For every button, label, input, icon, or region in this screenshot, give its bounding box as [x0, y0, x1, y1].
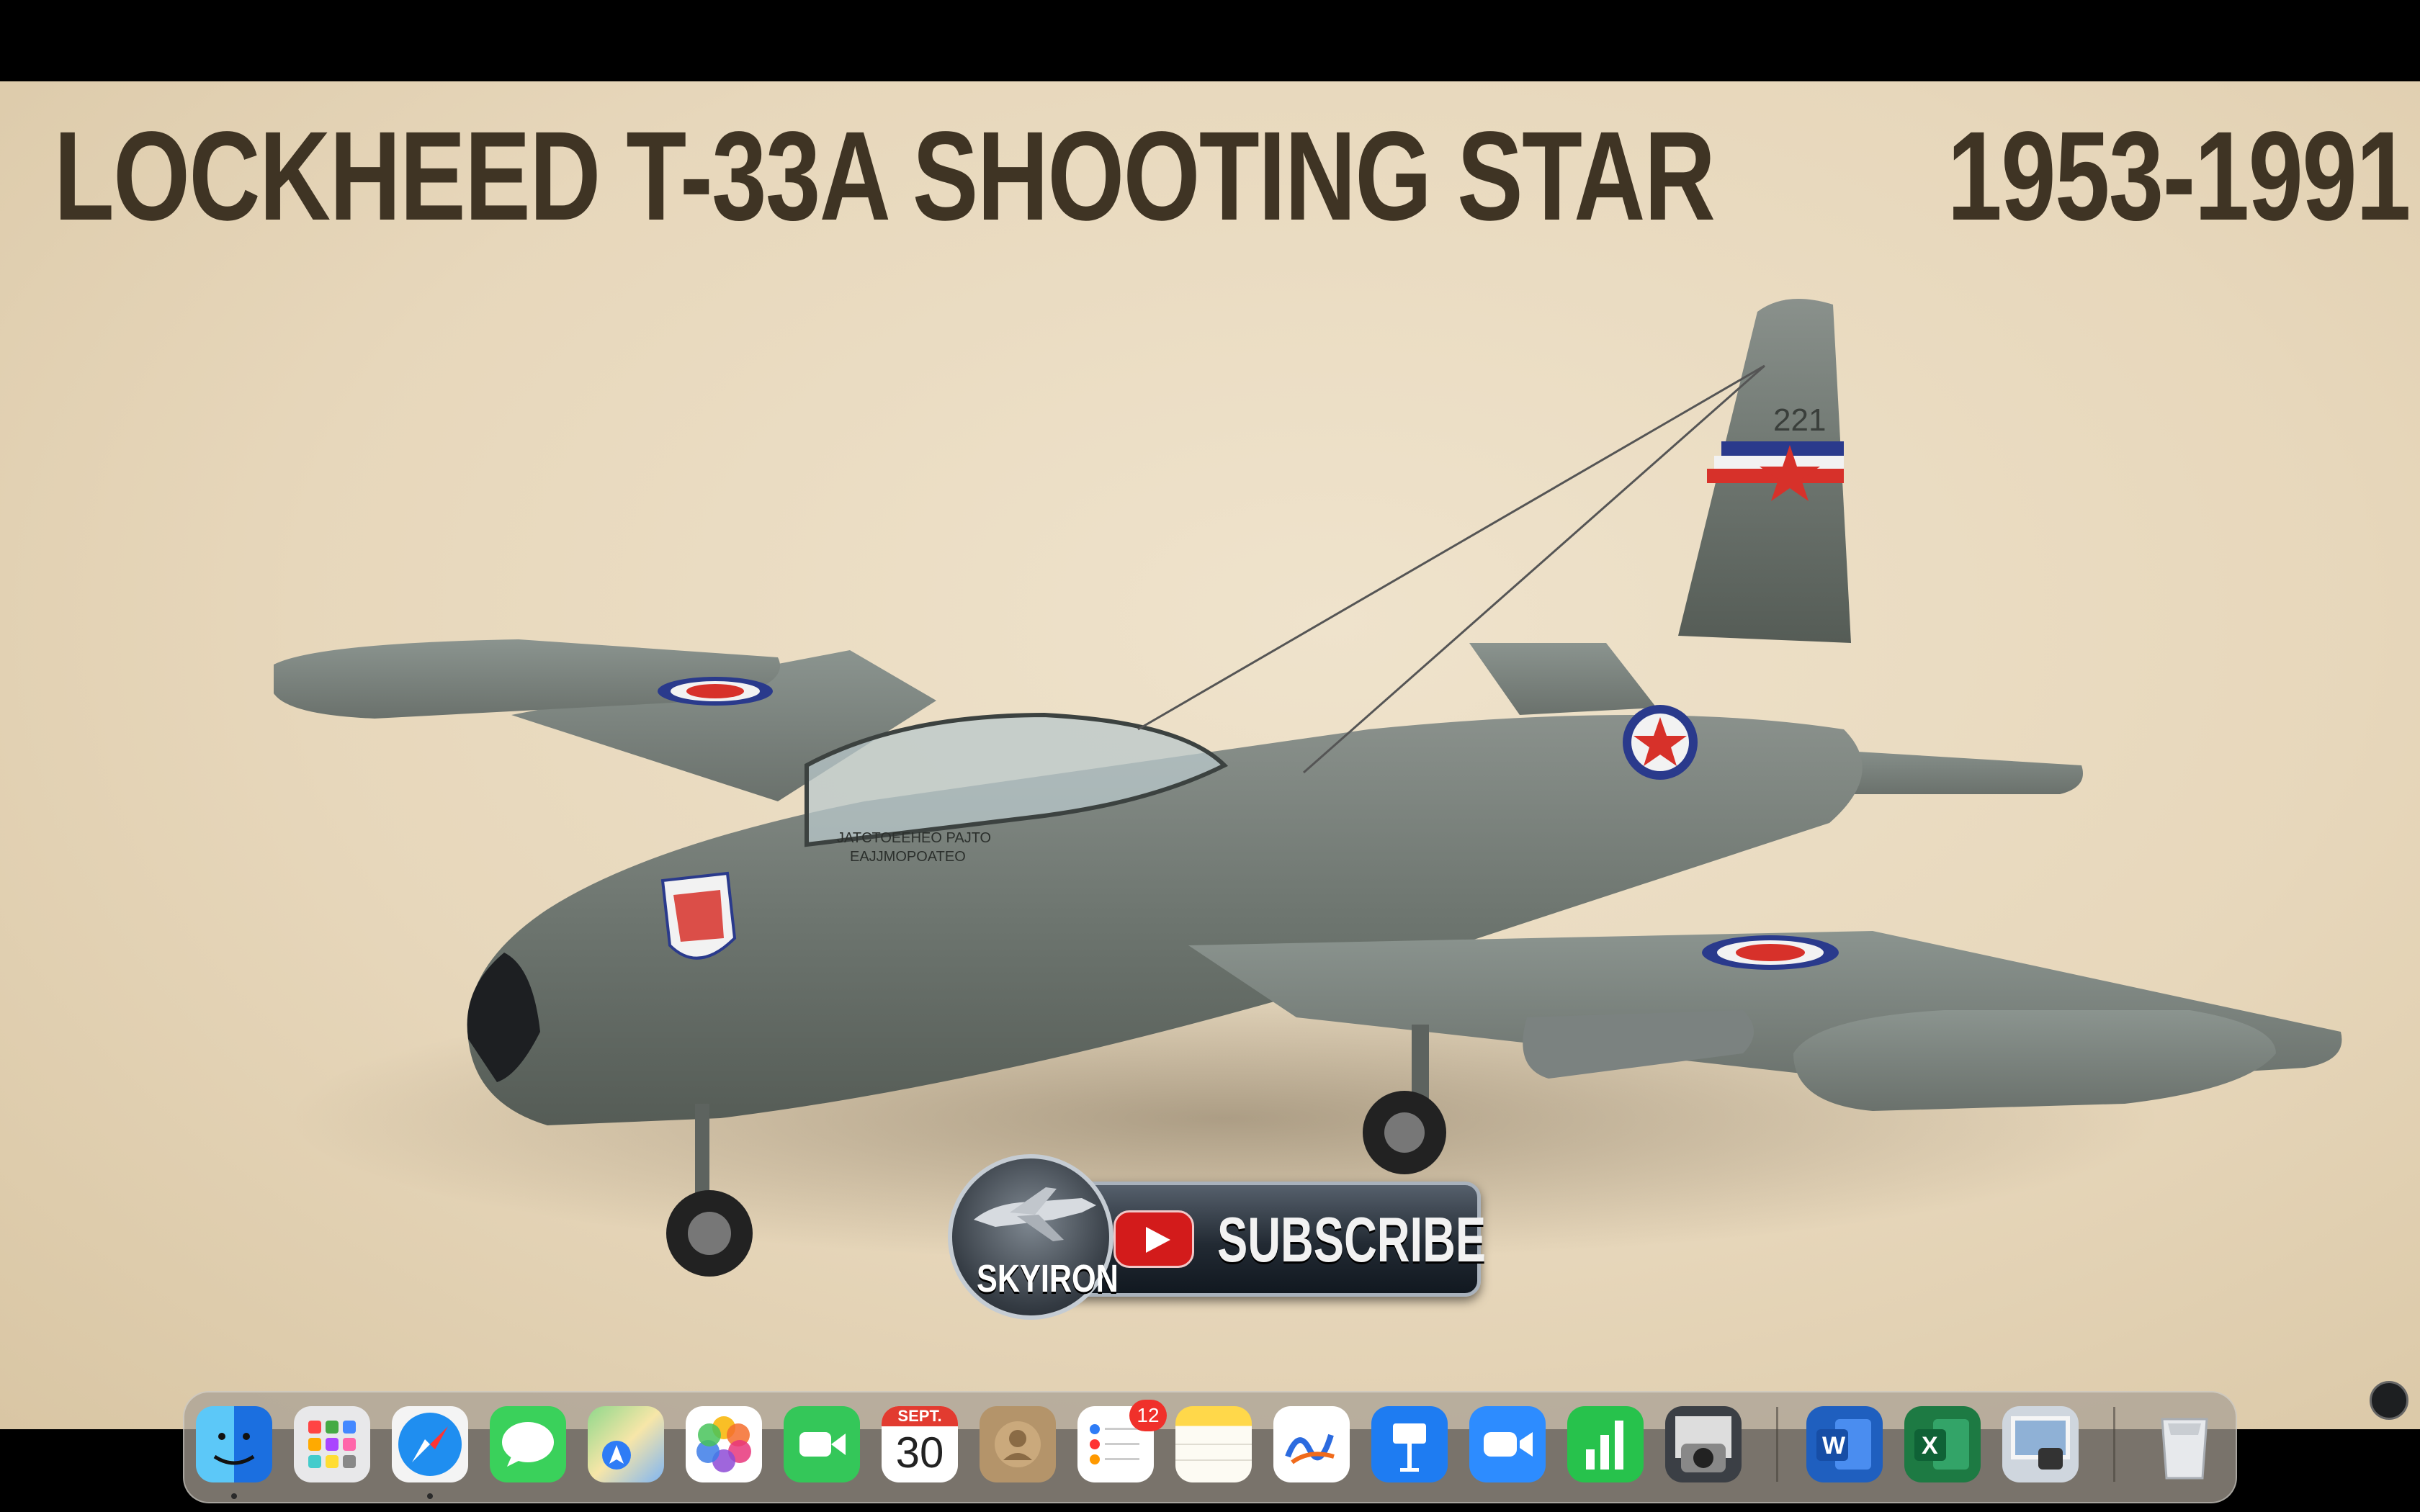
- keynote-icon[interactable]: [1371, 1406, 1448, 1482]
- facetime-icon[interactable]: [784, 1406, 860, 1482]
- calendar-day: 30: [895, 1428, 944, 1477]
- safari-icon[interactable]: [392, 1406, 468, 1482]
- image-capture-icon[interactable]: [1665, 1406, 1742, 1482]
- calendar-icon[interactable]: SEPT. 30: [882, 1406, 958, 1482]
- svg-text:W: W: [1822, 1432, 1846, 1459]
- zoom-icon[interactable]: [1469, 1406, 1546, 1482]
- calendar-month: SEPT.: [882, 1406, 958, 1426]
- launchpad-icon[interactable]: [294, 1406, 370, 1482]
- trash-icon[interactable]: [2146, 1406, 2223, 1482]
- notes-icon[interactable]: [1175, 1406, 1252, 1482]
- svg-text:X: X: [1922, 1432, 1938, 1459]
- freeform-icon[interactable]: [1273, 1406, 1350, 1482]
- dock-separator: [2113, 1407, 2115, 1482]
- plane-badge-icon: [974, 1187, 1096, 1241]
- nose-text-1: JATCTOEEHEO PAJTO: [837, 830, 991, 846]
- messages-icon[interactable]: [490, 1406, 566, 1482]
- photos-icon[interactable]: [686, 1406, 762, 1482]
- dock-separator: [1776, 1407, 1778, 1482]
- channel-badge[interactable]: SKYIRON: [948, 1154, 1119, 1320]
- nose-text-2: EAJJMOPOATEO: [850, 849, 966, 865]
- subscribe-banner[interactable]: SUBSCRIBE SKYIRON: [948, 1154, 1486, 1320]
- subscribe-label[interactable]: SUBSCRIBE: [1217, 1203, 1486, 1277]
- tail-number: 221: [1773, 402, 1826, 438]
- screenshot-icon[interactable]: [2370, 1381, 2408, 1420]
- word-icon[interactable]: W: [1806, 1406, 1883, 1482]
- finder-icon[interactable]: [196, 1406, 272, 1482]
- finder-running-indicator: [231, 1493, 237, 1499]
- channel-name: SKYIRON: [977, 1257, 1119, 1300]
- safari-running-indicator: [427, 1493, 433, 1499]
- reminders-badge: 12: [1129, 1400, 1167, 1431]
- numbers-icon[interactable]: [1567, 1406, 1644, 1482]
- youtube-play-icon[interactable]: [1113, 1210, 1194, 1268]
- excel-icon[interactable]: X: [1904, 1406, 1981, 1482]
- preview-icon[interactable]: [2002, 1406, 2079, 1482]
- maps-icon[interactable]: [588, 1406, 664, 1482]
- contacts-icon[interactable]: [980, 1406, 1056, 1482]
